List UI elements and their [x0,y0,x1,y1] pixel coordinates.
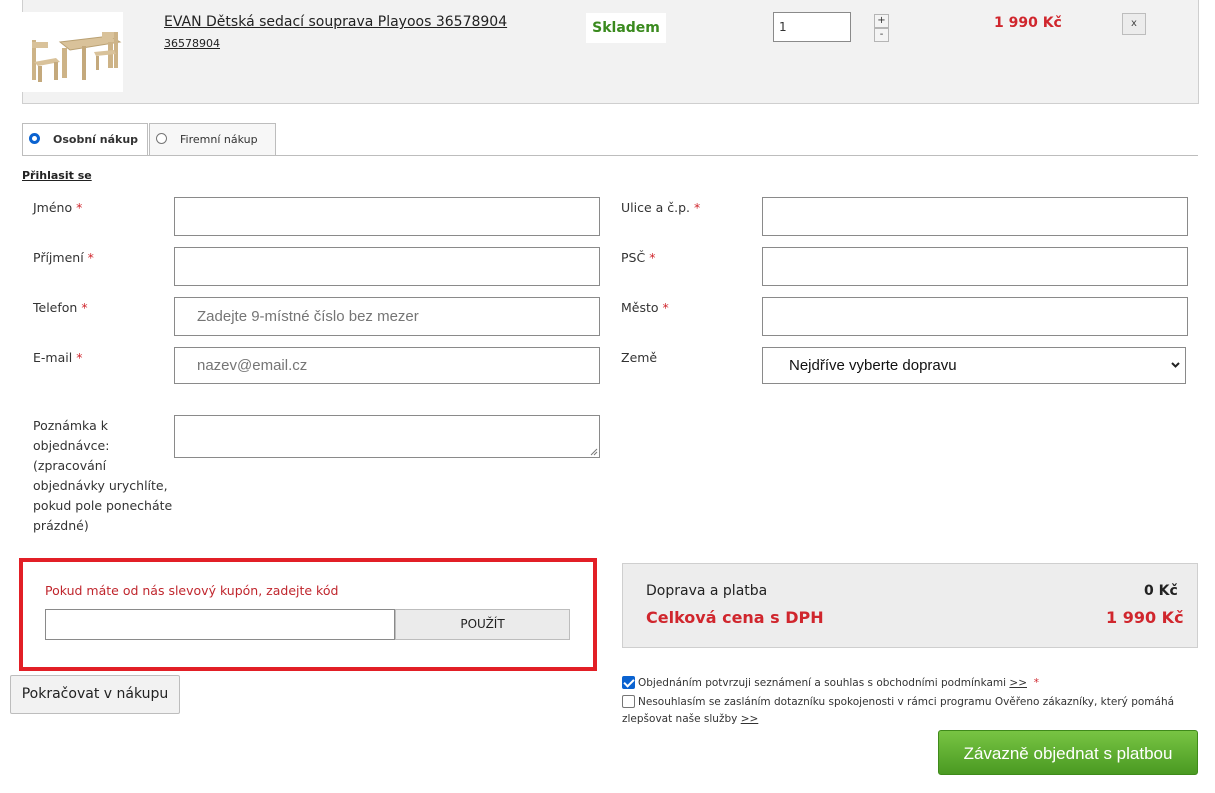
last-name-input[interactable] [174,247,600,286]
product-code-link[interactable]: 36578904 [164,37,220,50]
total-value: 1 990 Kč [1106,608,1184,627]
remove-item-button[interactable]: x [1122,13,1146,35]
product-name-link[interactable]: EVAN Dětská sedací souprava Playoos 3657… [164,14,507,30]
zip-input[interactable] [762,247,1188,286]
login-link[interactable]: Přihlasit se [22,169,92,182]
radio-selected-icon [29,133,40,144]
quantity-increase-button[interactable]: + [874,14,889,28]
quantity-decrease-button[interactable]: - [874,28,889,42]
continue-shopping-button[interactable]: Pokračovat v nákupu [10,675,180,714]
coupon-code-input[interactable] [45,609,395,640]
quantity-input[interactable]: 1 [773,12,851,42]
street-input[interactable] [762,197,1188,236]
terms-consent-text: Objednáním potvrzuji seznámení a souhlas… [638,677,1039,689]
email-label: E-mail * [33,350,83,365]
order-summary [622,563,1198,648]
coupon-prompt: Pokud máte od nás slevový kupón, zadejte… [45,583,339,598]
city-input[interactable] [762,297,1188,336]
country-select[interactable]: Nejdříve vyberte dopravu [762,347,1186,384]
total-label: Celková cena s DPH [646,608,824,627]
survey-optout-text: Nesouhlasím se zasláním dotazníku spokoj… [638,696,1175,708]
tab-personal-purchase[interactable]: Osobní nákup [22,123,148,155]
tab-divider [22,155,1198,156]
product-image[interactable] [22,12,123,92]
tab-label: Osobní nákup [53,133,139,146]
first-name-label: Jméno * [33,200,83,215]
terms-checkbox[interactable] [622,676,635,689]
survey-link[interactable]: >> [741,713,759,725]
last-name-label: Příjmení * [33,250,94,265]
stock-status-badge: Skladem [586,13,666,43]
order-note-textarea[interactable] [174,415,600,458]
radio-unselected-icon [156,133,167,144]
tab-company-purchase[interactable]: Firemní nákup [149,123,276,155]
country-label: Země [621,350,658,365]
terms-link[interactable]: >> [1009,677,1027,689]
country-select-value: Nejdříve vyberte dopravu [789,357,957,374]
shipping-label: Doprava a platba [646,583,768,599]
apply-coupon-button[interactable]: POUŽÍT [395,609,570,640]
first-name-input[interactable] [174,197,600,236]
survey-optout-checkbox[interactable] [622,695,635,708]
phone-label: Telefon * [33,300,88,315]
place-order-button[interactable]: Závazně objednat s platbou [938,730,1198,775]
phone-input[interactable] [174,297,600,336]
order-note-label: Poznámka k objednávce: (zpracování objed… [33,418,173,533]
resize-handle-icon[interactable] [590,448,598,456]
shipping-value: 0 Kč [1144,583,1178,599]
survey-optout-text-line2: zlepšovat naše služby >> [622,713,759,725]
street-label: Ulice a č.p. * [621,200,701,215]
chevron-down-icon [1171,362,1180,368]
email-input[interactable] [174,347,600,384]
tab-label: Firemní nákup [180,133,258,146]
item-price: 1 990 Kč [994,15,1062,31]
zip-label: PSČ * [621,250,656,265]
city-label: Město * [621,300,669,315]
